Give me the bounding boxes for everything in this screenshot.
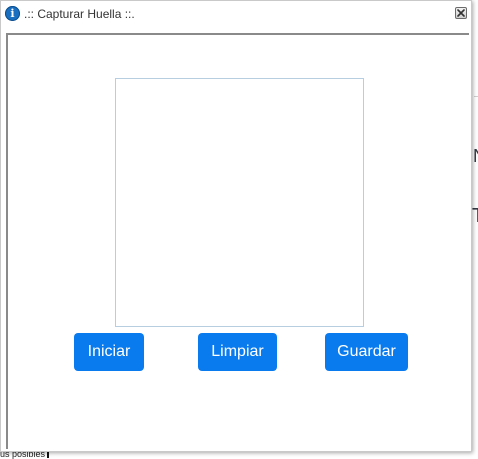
capture-fingerprint-dialog: i .:: Capturar Huella ::. Iniciar Limpia… [0, 0, 472, 452]
close-button[interactable] [455, 7, 467, 19]
dialog-title: .:: Capturar Huella ::. [24, 7, 135, 21]
close-icon [457, 9, 465, 17]
dialog-titlebar[interactable]: i .:: Capturar Huella ::. [1, 1, 471, 27]
start-button[interactable]: Iniciar [74, 333, 144, 371]
fingerprint-capture-area [115, 78, 364, 327]
dialog-content: Iniciar Limpiar Guardar [6, 33, 469, 449]
clear-button[interactable]: Limpiar [198, 333, 277, 371]
info-icon: i [5, 6, 20, 21]
background-divider [474, 96, 478, 97]
background-text-fragment: N [473, 146, 478, 167]
save-button[interactable]: Guardar [325, 333, 408, 371]
background-text-fragment: T [472, 205, 478, 228]
